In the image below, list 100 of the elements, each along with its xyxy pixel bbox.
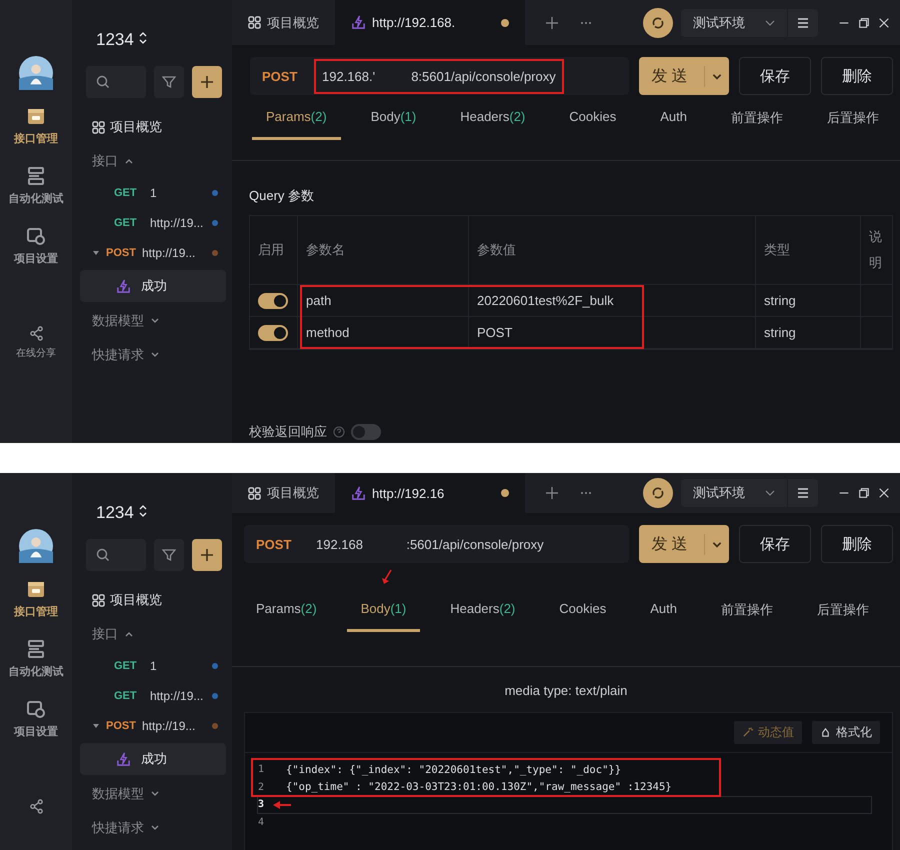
request-tab[interactable]: Headers(2) (446, 105, 540, 140)
request-tab[interactable]: Cookies (545, 597, 620, 632)
avatar[interactable] (19, 529, 53, 563)
grid-icon (248, 16, 261, 29)
editor-tab[interactable]: http://192.16 (335, 473, 525, 513)
request-tab[interactable]: Cookies (555, 105, 630, 140)
tree-group[interactable]: 数据模型 (80, 304, 172, 338)
sync-button[interactable] (643, 478, 673, 508)
url-field[interactable]: POST 192.168.' 8:5601/api/console/proxy (250, 57, 629, 95)
request-tab[interactable]: 后置操作 (812, 105, 893, 140)
nav-item[interactable] (28, 799, 44, 814)
tab-label: http://192.16 (372, 486, 444, 500)
chevron-down-icon (765, 18, 775, 28)
tab-label: 项目概览 (267, 14, 319, 32)
menu-button[interactable] (788, 8, 818, 36)
close-icon[interactable] (878, 16, 890, 28)
project-switcher[interactable]: 1234 (80, 30, 147, 50)
delete-button[interactable]: 删除 (821, 525, 893, 563)
code-line: {"op_time" : "2022-03-03T23:01:00.130Z","raw_message" :12345} (286, 781, 672, 794)
request-icon (116, 278, 131, 294)
toggle-switch[interactable] (258, 324, 288, 340)
api-item[interactable]: GET http://19... (80, 681, 226, 711)
send-button[interactable]: 发送 (639, 57, 729, 95)
line-number: 3 (258, 799, 266, 810)
grid-icon (92, 120, 105, 134)
send-button[interactable]: 发送 (639, 525, 729, 563)
request-tab[interactable]: Headers(2) (436, 597, 530, 632)
tree-group[interactable]: 接口 (80, 144, 146, 178)
nav-item[interactable]: 在线分享 (16, 326, 56, 360)
grid-icon (92, 594, 105, 606)
up-down-icon (138, 31, 147, 45)
api-name: http://19... (150, 689, 204, 703)
avatar[interactable] (19, 56, 53, 90)
api-item[interactable]: POST http://19... (80, 711, 226, 741)
environment-select[interactable]: 测试环境 (681, 479, 787, 507)
nav-item[interactable]: 接口管理 (14, 106, 58, 146)
environment-select[interactable]: 测试环境 (681, 8, 787, 36)
add-tab-icon[interactable] (545, 16, 559, 30)
request-tab[interactable]: Params(2) (252, 105, 341, 140)
url-field[interactable]: POST 192.168 :5601/api/console/proxy (244, 525, 629, 563)
method-label: POST (256, 536, 292, 552)
request-tab[interactable]: Body(1) (356, 105, 430, 140)
nav-item[interactable]: 自动化测试 (8, 166, 64, 206)
url-text: 192.168 :5601/api/console/proxy (315, 536, 545, 554)
close-icon[interactable] (878, 487, 890, 499)
up-down-icon (138, 504, 147, 518)
line-number: 1 (258, 764, 266, 776)
tree-group[interactable]: 快捷请求 (80, 811, 172, 845)
sync-button[interactable] (643, 8, 673, 38)
api-item[interactable]: POST http://19... (80, 238, 226, 268)
project-switcher[interactable]: 1234 (80, 503, 147, 523)
example-item[interactable]: 成功 (80, 270, 226, 302)
api-item[interactable]: GET 1 (80, 178, 226, 208)
overview-link[interactable]: 项目概览 (80, 110, 174, 144)
save-button[interactable]: 保存 (739, 525, 811, 563)
restore-icon[interactable] (858, 487, 870, 499)
table-cell: path (306, 293, 332, 308)
help-icon (333, 426, 345, 438)
share-icon (28, 799, 44, 814)
request-tab[interactable]: 前置操作 (716, 105, 797, 140)
toggle-switch[interactable] (351, 424, 381, 440)
api-item[interactable]: GET http://19... (80, 208, 226, 238)
column-header: 参数值 (469, 216, 756, 284)
editor-tool-button[interactable]: 格式化 (812, 721, 880, 744)
add-tab-icon[interactable] (545, 486, 559, 500)
example-item[interactable]: 成功 (80, 743, 226, 775)
share-icon (28, 326, 44, 341)
overview-label: 项目概览 (110, 118, 162, 136)
menu-button[interactable] (788, 479, 818, 507)
nav-item[interactable]: 自动化测试 (8, 639, 64, 679)
editor-tab[interactable]: http://192.168. (335, 0, 525, 45)
nav-item[interactable]: 接口管理 (14, 579, 58, 619)
search-field[interactable] (86, 539, 146, 571)
add-button[interactable] (192, 66, 222, 98)
request-tab[interactable]: Auth (636, 597, 691, 632)
request-tab[interactable]: 前置操作 (706, 597, 787, 632)
delete-button[interactable]: 删除 (821, 57, 893, 95)
method-label: GET (114, 187, 138, 199)
request-tab[interactable]: Params(2) (242, 597, 331, 632)
nav-item[interactable]: 项目设置 (14, 226, 58, 266)
restore-icon[interactable] (858, 16, 870, 28)
request-tab[interactable]: Body(1) (346, 597, 420, 632)
plus-icon (200, 548, 214, 562)
api-name: http://19... (142, 246, 196, 260)
tree-group[interactable]: 接口 (80, 617, 146, 651)
overview-link[interactable]: 项目概览 (80, 583, 174, 617)
api-item[interactable]: GET 1 (80, 651, 226, 681)
request-tab[interactable]: Auth (646, 105, 701, 140)
api-name: http://19... (150, 216, 204, 230)
toggle-switch[interactable] (258, 292, 288, 308)
tree-group[interactable]: 快捷请求 (80, 338, 172, 372)
filter-button[interactable] (154, 539, 184, 571)
save-button[interactable]: 保存 (739, 57, 811, 95)
request-tab[interactable]: 后置操作 (802, 597, 883, 632)
add-button[interactable] (192, 539, 222, 571)
search-field[interactable] (86, 66, 146, 98)
filter-button[interactable] (154, 66, 184, 98)
nav-item[interactable]: 项目设置 (14, 699, 58, 739)
format-icon (820, 727, 831, 738)
tree-group[interactable]: 数据模型 (80, 777, 172, 811)
